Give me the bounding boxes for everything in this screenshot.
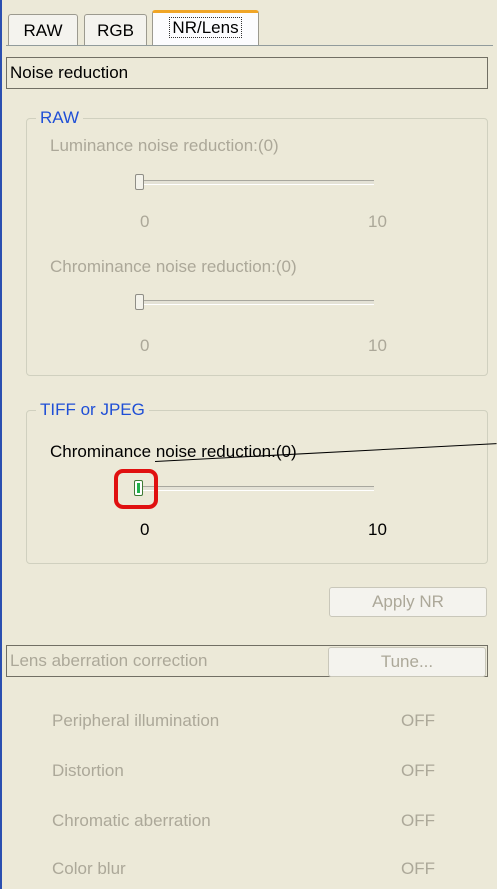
tab-nr-lens-label: NR/Lens: [169, 17, 242, 38]
raw-group-legend: RAW: [36, 107, 84, 129]
raw-chrominance-slider-track: [136, 300, 374, 305]
tiff-chrominance-slider-track: [136, 486, 374, 491]
raw-luminance-slider-track: [136, 180, 374, 185]
tune-button[interactable]: Tune...: [328, 647, 486, 677]
raw-luminance-max: 10: [368, 212, 387, 231]
raw-chrominance-slider-thumb: [135, 294, 144, 310]
color-blur-label: Color blur: [52, 859, 126, 878]
peripheral-illumination-label: Peripheral illumination: [52, 711, 220, 730]
slider-highlight-box: [114, 469, 158, 509]
raw-luminance-min: 0: [140, 212, 150, 231]
raw-luminance-label: Luminance noise reduction:(0): [50, 136, 279, 155]
chromatic-aberration-label: Chromatic aberration: [52, 811, 211, 830]
raw-chrominance-min: 0: [140, 336, 150, 355]
raw-group: RAW: [26, 107, 488, 376]
apply-nr-button[interactable]: Apply NR: [329, 587, 487, 617]
tiff-chrominance-min: 0: [140, 520, 150, 539]
raw-luminance-slider-thumb: [135, 174, 144, 190]
tiff-chrominance-max: 10: [368, 520, 387, 539]
tiff-jpeg-group-legend: TIFF or JPEG: [36, 399, 149, 421]
peripheral-illumination-value: OFF: [401, 711, 435, 730]
raw-chrominance-label: Chrominance noise reduction:(0): [50, 257, 297, 276]
tab-raw-label: RAW: [23, 21, 63, 40]
tab-rgb[interactable]: RGB: [84, 14, 147, 45]
nr-lens-panel: RAW RGB NR/Lens Noise reduction RAW Lumi…: [0, 0, 497, 889]
tab-divider: [6, 45, 493, 46]
chromatic-aberration-value: OFF: [401, 811, 435, 830]
tab-nr-lens[interactable]: NR/Lens: [152, 10, 259, 46]
distortion-label: Distortion: [52, 761, 124, 780]
tab-rgb-label: RGB: [97, 21, 134, 40]
tab-raw[interactable]: RAW: [8, 14, 78, 45]
distortion-value: OFF: [401, 761, 435, 780]
color-blur-value: OFF: [401, 859, 435, 878]
noise-reduction-header: Noise reduction: [6, 57, 488, 89]
raw-chrominance-max: 10: [368, 336, 387, 355]
